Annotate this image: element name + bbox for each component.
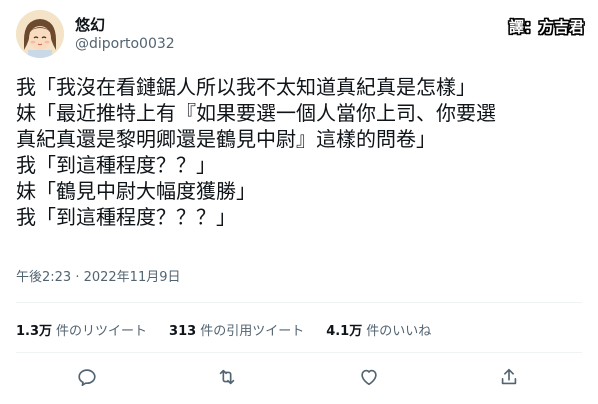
reply-button[interactable] bbox=[76, 366, 100, 390]
user-handle[interactable]: @diporto0032 bbox=[75, 36, 175, 52]
retweet-icon bbox=[219, 369, 235, 385]
divider bbox=[16, 352, 582, 353]
retweet-button[interactable] bbox=[216, 366, 240, 390]
display-name[interactable]: 悠幻 bbox=[75, 14, 105, 35]
like-stat[interactable]: 4.1万 件のいいね bbox=[326, 320, 431, 339]
tweet-timestamp[interactable]: 午後2:23 · 2022年11月9日 bbox=[16, 266, 181, 285]
divider bbox=[16, 302, 582, 303]
tweet-text: 我「我沒在看鏈鋸人所以我不太知道真紀真是怎樣」 妹「最近推特上有『如果要選一個人… bbox=[16, 74, 586, 230]
tweet-line: 我「到這種程度？？」 bbox=[16, 153, 216, 177]
action-bar bbox=[16, 366, 582, 394]
engagement-stats: 1.3万 件のリツイート 313 件の引用ツイート 4.1万 件のいいね bbox=[16, 320, 431, 339]
avatar-illustration-icon bbox=[16, 10, 64, 58]
like-button[interactable] bbox=[358, 366, 382, 390]
retweet-count: 1.3万 bbox=[16, 324, 53, 339]
retweet-label: 件のリツイート bbox=[56, 324, 148, 339]
quote-count: 313 bbox=[169, 324, 197, 339]
like-icon bbox=[361, 369, 377, 386]
share-icon bbox=[501, 368, 517, 385]
retweet-stat[interactable]: 1.3万 件のリツイート bbox=[16, 320, 147, 339]
avatar[interactable] bbox=[16, 10, 64, 58]
reply-icon bbox=[78, 369, 96, 386]
like-label: 件のいいね bbox=[366, 324, 432, 339]
translator-credit: 譯：方吉君 bbox=[508, 18, 584, 36]
tweet-line: 我「到這種程度？？？」 bbox=[16, 205, 236, 229]
tweet-line: 我「我沒在看鏈鋸人所以我不太知道真紀真是怎樣」 bbox=[16, 75, 476, 99]
tweet-line: 真紀真還是黎明卿還是鶴見中尉』這樣的問卷」 bbox=[16, 127, 436, 151]
tweet-line: 妹「最近推特上有『如果要選一個人當你上司、你要選 bbox=[16, 101, 496, 125]
tweet-line: 妹「鶴見中尉大幅度獲勝」 bbox=[16, 179, 256, 203]
quote-stat[interactable]: 313 件の引用ツイート bbox=[169, 320, 304, 339]
quote-label: 件の引用ツイート bbox=[200, 324, 305, 339]
share-button[interactable] bbox=[498, 366, 522, 390]
like-count: 4.1万 bbox=[326, 324, 363, 339]
